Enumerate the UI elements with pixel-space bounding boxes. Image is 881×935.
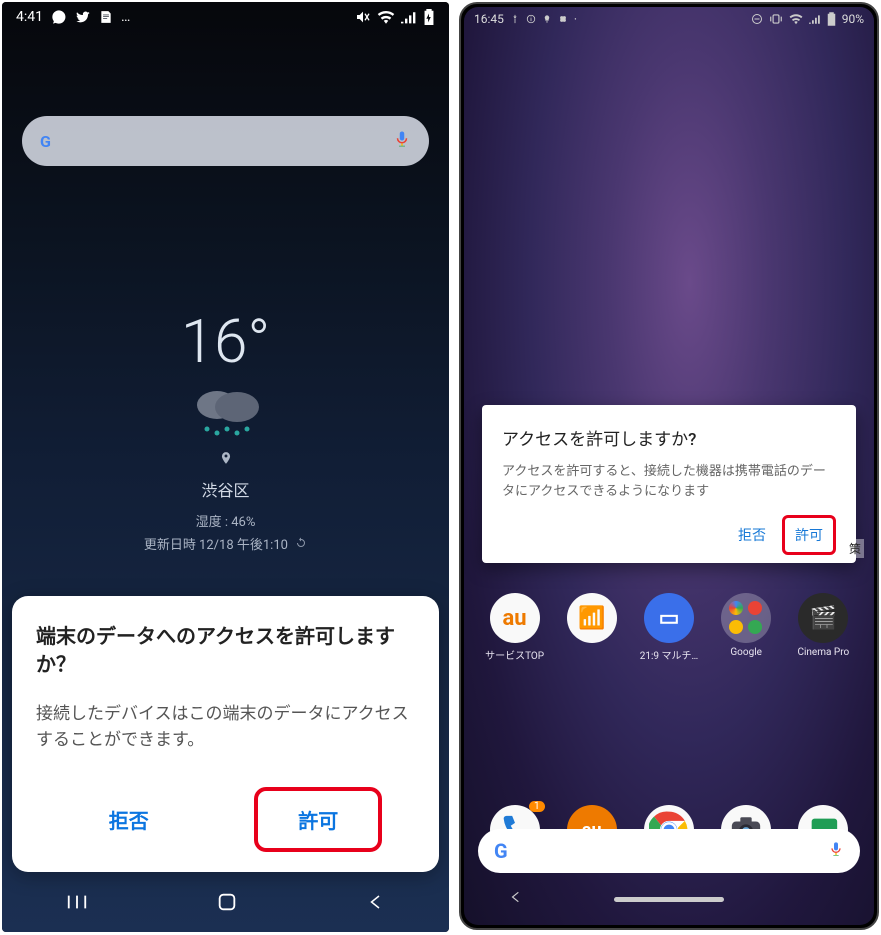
more-icon: …	[121, 9, 131, 25]
temperature: 16°	[2, 306, 449, 377]
signal-icon	[401, 10, 417, 24]
app-label: 21:9 マルチ…	[631, 647, 707, 662]
info-icon	[526, 13, 536, 25]
battery-icon	[827, 12, 836, 26]
google-g-icon: G	[494, 839, 507, 863]
wifi-icon	[377, 10, 395, 24]
allow-button[interactable]: 許可	[254, 787, 382, 852]
app-Google[interactable]: Google	[708, 593, 784, 662]
app-label: Cinema Pro	[785, 647, 861, 658]
app-サービスTOP[interactable]: auサービスTOP	[477, 593, 553, 662]
twitter-icon	[75, 9, 91, 25]
deny-button[interactable]: 拒否	[726, 515, 778, 555]
wifi-icon	[789, 13, 803, 25]
battery-percent: 90%	[842, 12, 864, 26]
home-button[interactable]	[216, 891, 238, 917]
doc-icon	[99, 9, 113, 25]
clover-icon	[558, 13, 568, 25]
battery-charging-icon	[423, 9, 435, 25]
usb-icon	[510, 13, 520, 25]
messenger-icon	[51, 9, 67, 25]
phone-samsung: 4:41 … G 16°	[2, 2, 449, 932]
app-row1-1[interactable]: 📶	[554, 593, 630, 662]
home-screen: 4:41 … G 16°	[2, 2, 449, 932]
bulb-icon	[542, 13, 552, 25]
dialog-body: アクセスを許可すると、接続した機器は携帯電話のデータにアクセスできるようになりま…	[502, 462, 836, 501]
more-icon: ·	[574, 12, 577, 26]
app-Cinema Pro[interactable]: 🎬Cinema Pro	[785, 593, 861, 662]
mute-icon	[355, 9, 371, 25]
app-row-widgets: auサービスTOP📶▭21:9 マルチ…Google🎬Cinema Pro	[464, 593, 874, 662]
location-name: 渋谷区	[2, 477, 449, 501]
right-edge-label: 策	[846, 539, 864, 558]
status-bar: 4:41 …	[2, 2, 449, 32]
dialog-body: 接続したデバイスはこの端末のデータにアクセスすることができます。	[36, 702, 415, 753]
status-time: 16:45	[474, 12, 504, 26]
update-time: 更新日時 12/18 午後1:10	[2, 534, 449, 553]
back-button[interactable]	[367, 891, 385, 917]
voice-search-icon[interactable]	[393, 127, 411, 155]
dialog-title: 端末のデータへのアクセスを許可しますか？	[36, 622, 415, 678]
rain-cloud-icon	[187, 385, 265, 441]
access-dialog: アクセスを許可しますか? アクセスを許可すると、接続した機器は携帯電話のデータに…	[482, 405, 856, 563]
google-search-bar[interactable]: G	[478, 829, 860, 873]
allow-button[interactable]: 許可	[782, 515, 836, 555]
usb-access-dialog: 端末のデータへのアクセスを許可しますか？ 接続したデバイスはこの端末のデータにア…	[12, 596, 439, 872]
app-label: Google	[708, 647, 784, 658]
google-g-icon: G	[40, 132, 50, 151]
phone-sony: 16:45 · 90% アクセスを許可しますか? アクセスを許可すると、接続した…	[459, 2, 879, 930]
home-screen: 16:45 · 90% アクセスを許可しますか? アクセスを許可すると、接続した…	[464, 7, 874, 925]
app-label: サービスTOP	[477, 647, 553, 662]
status-bar: 16:45 · 90%	[464, 7, 874, 31]
navigation-bar	[464, 879, 874, 919]
location-pin-icon	[2, 449, 449, 471]
recents-button[interactable]	[66, 893, 88, 915]
back-button[interactable]	[509, 888, 523, 910]
vibrate-icon	[769, 13, 783, 25]
app-21:9 マルチ…[interactable]: ▭21:9 マルチ…	[631, 593, 707, 662]
signal-icon	[809, 13, 821, 25]
status-time: 4:41	[16, 9, 43, 25]
weather-widget[interactable]: 16° 渋谷区 湿度 : 46% 更新日時 12/18 午後1:10	[2, 306, 449, 553]
voice-search-icon[interactable]	[828, 838, 844, 864]
navigation-bar	[2, 876, 449, 932]
dnd-icon	[751, 13, 763, 25]
home-pill[interactable]	[614, 897, 724, 902]
dialog-title: アクセスを許可しますか?	[502, 425, 836, 450]
humidity: 湿度 : 46%	[2, 511, 449, 530]
refresh-icon[interactable]	[295, 537, 307, 553]
google-search-bar[interactable]: G	[22, 116, 429, 166]
deny-button[interactable]: 拒否	[69, 787, 189, 852]
